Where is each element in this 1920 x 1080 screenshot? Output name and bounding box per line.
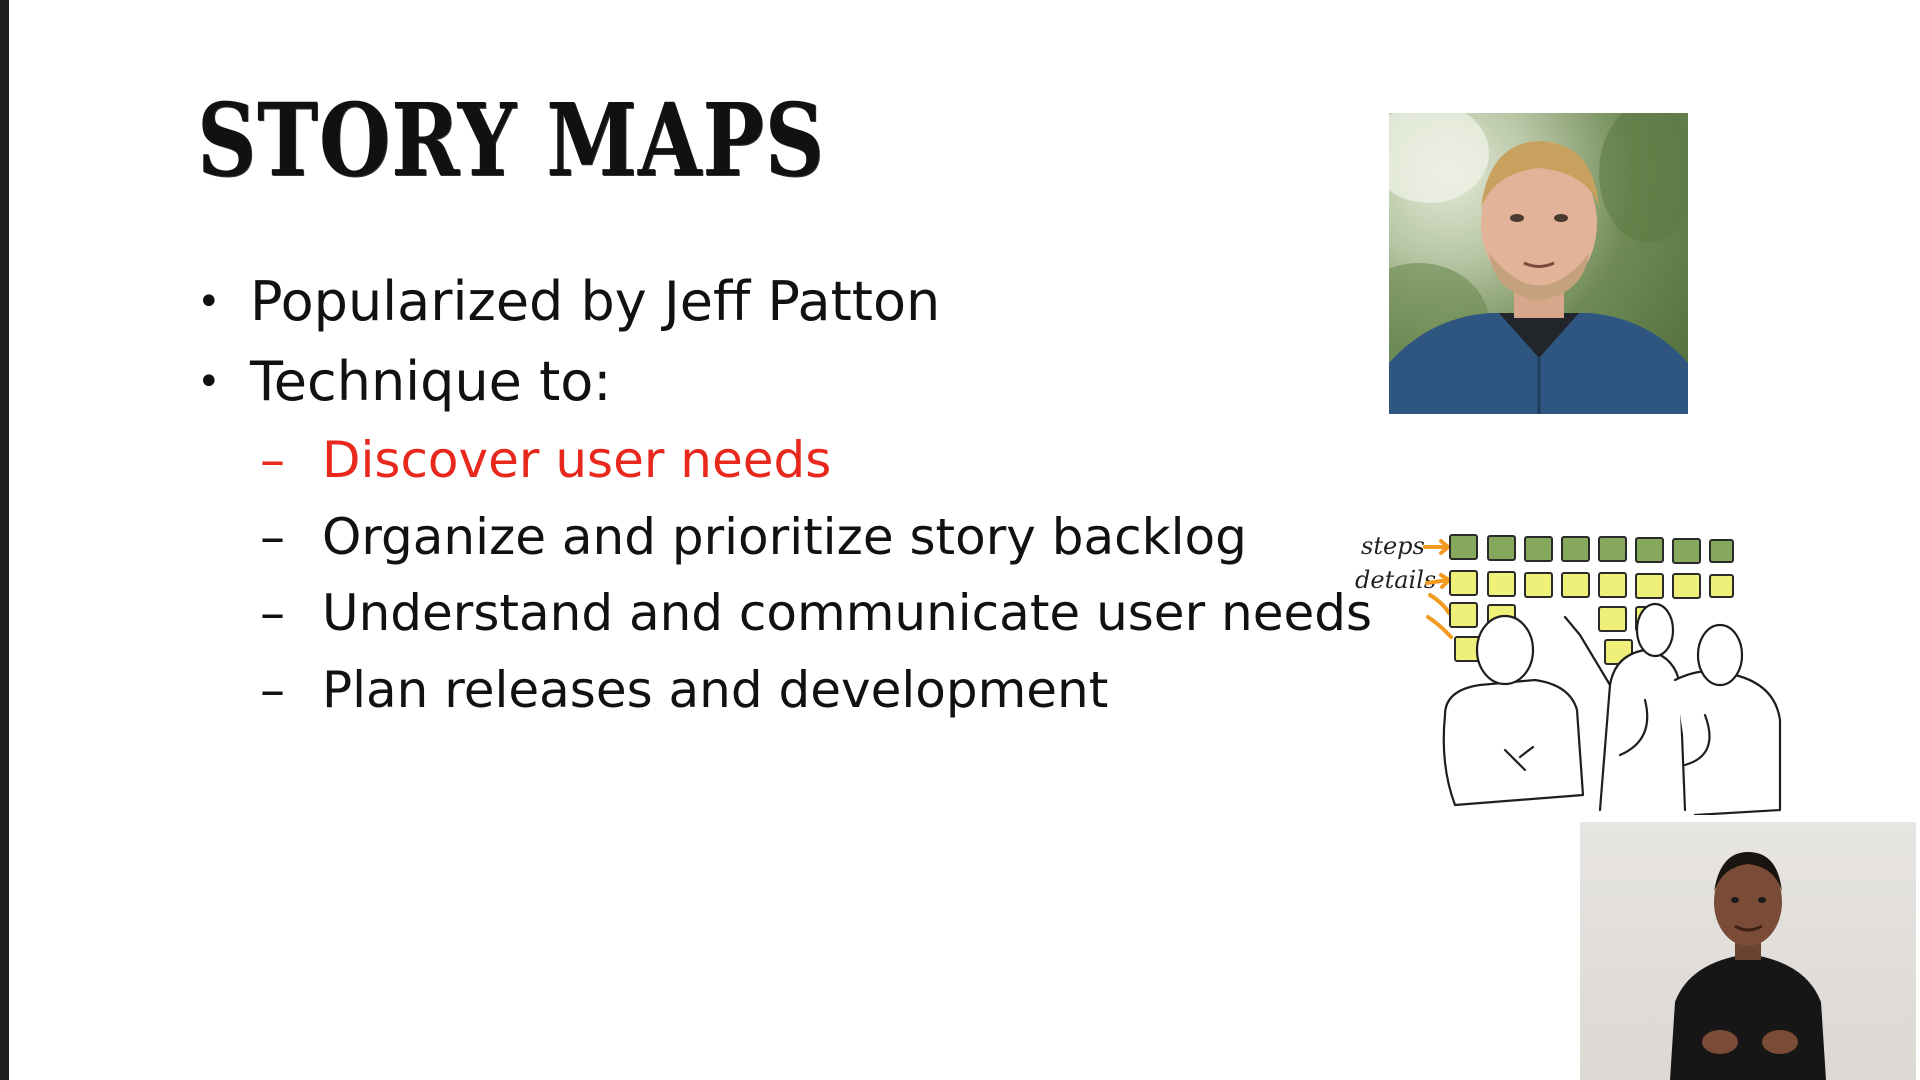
- dash-marker: –: [260, 584, 285, 642]
- portrait-photo: [1389, 113, 1688, 414]
- presenter-video: [1580, 822, 1916, 1080]
- sub-bullet-text: Understand and communicate user needs: [322, 584, 1373, 642]
- bullet-text: Popularized by Jeff Patton: [250, 270, 941, 333]
- sub-bullet-item: – Plan releases and development: [260, 652, 1372, 729]
- slide-title: STORY MAPS: [197, 81, 825, 199]
- bullet-marker: •: [197, 279, 221, 325]
- sub-bullet-list: – Discover user needs – Organize and pri…: [250, 422, 1372, 728]
- bullet-item: • Technique to: – Discover user needs – …: [197, 342, 1372, 728]
- story-map-sketch: steps details: [1355, 532, 1782, 815]
- sub-bullet-item: – Discover user needs: [260, 422, 1372, 499]
- presenter-illustration: [1670, 852, 1826, 1080]
- details-label: details: [1355, 566, 1436, 594]
- sub-bullet-text: Organize and prioritize story backlog: [322, 507, 1247, 566]
- dash-marker: –: [260, 507, 285, 566]
- sub-bullet-text: Plan releases and development: [322, 660, 1109, 719]
- bullet-item: • Popularized by Jeff Patton: [197, 262, 1372, 342]
- bullet-list: • Popularized by Jeff Patton • Technique…: [197, 262, 1372, 728]
- window-left-edge: [0, 0, 9, 1080]
- sub-bullet-text: Discover user needs: [322, 431, 832, 489]
- sub-bullet-item: – Organize and prioritize story backlog: [260, 499, 1372, 576]
- dash-marker: –: [260, 660, 285, 719]
- steps-label: steps: [1361, 532, 1425, 560]
- dash-marker: –: [260, 431, 285, 489]
- sub-bullet-item: – Understand and communicate user needs: [260, 575, 1372, 652]
- slide-page: STORY MAPS • Popularized by Jeff Patton …: [0, 0, 1920, 1080]
- step-notes: [1449, 534, 1734, 564]
- bullet-marker: •: [197, 359, 221, 405]
- people-sketch: [1442, 602, 1782, 815]
- bullet-text: Technique to:: [250, 350, 612, 413]
- portrait-illustration: [1389, 113, 1688, 414]
